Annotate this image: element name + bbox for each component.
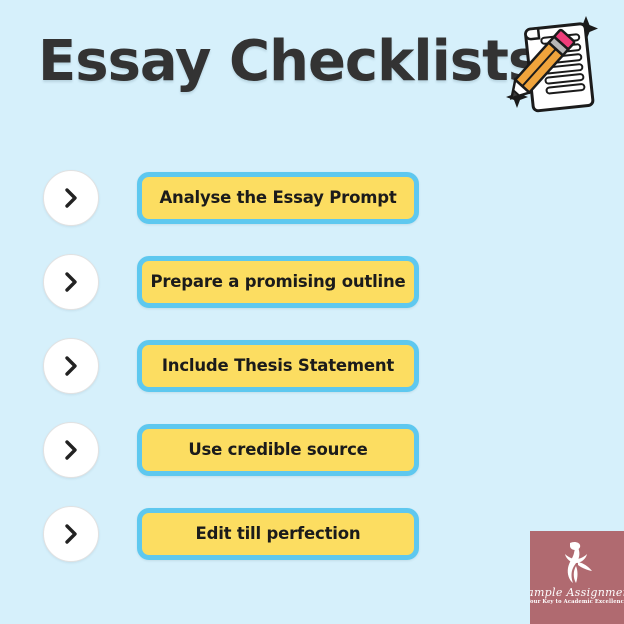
chevron-right-icon[interactable] [43, 422, 99, 478]
checklist-item-label: Edit till perfection [195, 523, 361, 543]
checklist-pill[interactable]: Use credible source [137, 424, 419, 476]
chevron-right-icon[interactable] [43, 170, 99, 226]
poster-canvas: Essay Checklists Analyse the Essay Promp… [0, 0, 624, 624]
checklist: Analyse the Essay Prompt Prepare a promi… [0, 162, 624, 582]
checklist-pill[interactable]: Prepare a promising outline [137, 256, 419, 308]
chevron-right-icon[interactable] [43, 338, 99, 394]
checklist-pill[interactable]: Analyse the Essay Prompt [137, 172, 419, 224]
brand-badge[interactable]: Sample Assignment Your Key to Academic E… [530, 531, 624, 624]
checklist-item[interactable]: Prepare a promising outline [0, 246, 624, 330]
checklist-item-label: Analyse the Essay Prompt [159, 187, 397, 207]
checklist-item-label: Include Thesis Statement [161, 355, 395, 375]
chevron-right-icon[interactable] [43, 254, 99, 310]
document-with-pencil-icon [500, 8, 618, 120]
brand-tagline: Your Key to Academic Excellence [530, 599, 624, 606]
dancing-figure-logo-icon [565, 541, 592, 583]
checklist-item-label: Prepare a promising outline [150, 271, 406, 291]
checklist-item-label: Use credible source [188, 439, 368, 459]
chevron-right-icon[interactable] [43, 506, 99, 562]
checklist-pill[interactable]: Edit till perfection [137, 508, 419, 560]
checklist-item[interactable]: Include Thesis Statement [0, 330, 624, 414]
header: Essay Checklists [0, 0, 624, 130]
checklist-pill[interactable]: Include Thesis Statement [137, 340, 419, 392]
brand-name: Sample Assignment [530, 586, 624, 599]
page-title: Essay Checklists [38, 29, 541, 94]
checklist-item[interactable]: Use credible source [0, 414, 624, 498]
checklist-item[interactable]: Analyse the Essay Prompt [0, 162, 624, 246]
